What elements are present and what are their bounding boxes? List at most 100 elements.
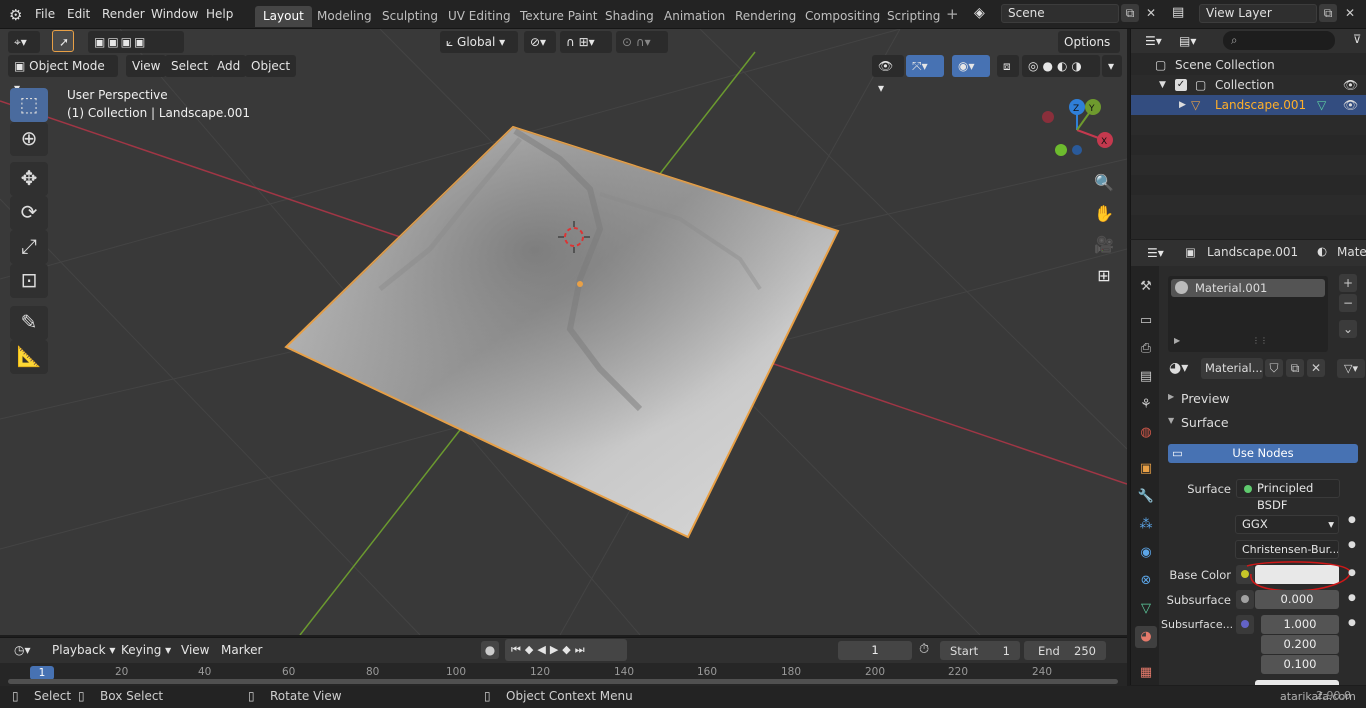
expand-icon[interactable]: ▶ [1179, 95, 1186, 115]
search-icon[interactable]: ⌕ [1223, 31, 1335, 50]
menu-window[interactable]: Window [151, 7, 198, 21]
remove-slot-icon[interactable]: − [1339, 294, 1357, 312]
tab-texture-paint[interactable]: Texture Paint [512, 6, 605, 27]
output-tab-icon[interactable]: ⎙ [1135, 338, 1157, 360]
eye-icon[interactable]: 👁 [1343, 95, 1358, 115]
outliner-row-collection[interactable]: ▼ ✓ ▢ Collection 👁 [1131, 75, 1366, 95]
add-workspace-button[interactable]: + [946, 5, 959, 23]
move-tool-icon[interactable]: ✥ [10, 162, 48, 196]
timeline-menu-view[interactable]: View [175, 639, 215, 661]
menu-edit[interactable]: Edit [67, 7, 90, 21]
modifier-tab-icon[interactable]: 🔧 [1135, 486, 1157, 508]
expand-icon[interactable]: ▶ [1174, 336, 1180, 345]
keying-menu[interactable]: Keying ▾ [115, 639, 177, 661]
expand-icon[interactable]: ▼ [1159, 75, 1166, 95]
resize-handle-icon[interactable]: ⋮⋮ [1252, 336, 1268, 345]
camera-icon[interactable]: 🎥 [1092, 233, 1116, 257]
constraints-tab-icon[interactable]: ⊗ [1135, 570, 1157, 592]
scale-tool-icon[interactable]: ⤢ [10, 230, 48, 264]
measure-tool-icon[interactable]: 📐 [10, 340, 48, 374]
gizmo-toggle-icon[interactable]: ⤧▾ [906, 55, 944, 77]
tab-shading[interactable]: Shading [597, 6, 662, 27]
editor-type-icon[interactable]: ☰▾ [1141, 242, 1171, 264]
current-frame-marker[interactable]: 1 [30, 666, 54, 680]
scene-field[interactable]: Scene [1001, 4, 1119, 23]
rotate-tool-icon[interactable]: ⟳ [10, 196, 48, 230]
blender-logo-icon[interactable]: ⚙ [9, 6, 22, 24]
ortho-grid-icon[interactable]: ⊞ [1092, 264, 1116, 288]
stopwatch-icon[interactable]: ⏱ [919, 642, 929, 657]
object-tab-icon[interactable]: ▣ [1135, 458, 1157, 480]
render-tab-icon[interactable]: ▭ [1135, 310, 1157, 332]
fake-user-icon[interactable]: ⛉ [1265, 359, 1283, 377]
eye-icon[interactable]: 👁 [1343, 75, 1358, 95]
editor-type-icon[interactable]: ⌖▾ [8, 31, 40, 53]
view-layer-tab-icon[interactable]: ▤ [1135, 366, 1157, 388]
view-layer-icon[interactable]: ▤ [1172, 5, 1184, 20]
surface-shader-field[interactable]: Principled BSDF [1236, 479, 1340, 512]
editor-type-icon[interactable]: ◷▾ [8, 639, 40, 661]
world-tab-icon[interactable]: ◍ [1135, 422, 1157, 444]
overlay-toggle-icon[interactable]: ◉▾ [952, 55, 990, 77]
unlink-icon[interactable]: ✕ [1307, 359, 1325, 377]
tab-scripting[interactable]: Scripting [879, 6, 948, 27]
link-type-icon[interactable]: ▽▾ [1337, 359, 1365, 378]
timeline-scrollbar[interactable] [8, 679, 1118, 684]
menu-select[interactable]: Select [165, 55, 215, 77]
tab-layout[interactable]: Layout [255, 6, 312, 27]
current-frame-field[interactable]: 1 [838, 641, 912, 660]
subsurface-method-dropdown[interactable]: Christensen-Bur... [1235, 540, 1339, 559]
display-mode-icon[interactable]: ▤▾ [1173, 30, 1205, 52]
record-icon[interactable]: ● [481, 641, 499, 659]
particles-tab-icon[interactable]: ⁂ [1135, 514, 1157, 536]
add-slot-icon[interactable]: + [1339, 274, 1357, 292]
timeline-ruler[interactable]: 1 20 40 60 80 100 120 140 160 180 200 22… [0, 663, 1127, 687]
tab-animation[interactable]: Animation [656, 6, 733, 27]
material-browse-icon[interactable]: ◕▾ [1169, 360, 1188, 376]
pan-hand-icon[interactable]: ✋ [1092, 202, 1116, 226]
subsurface-socket-button[interactable] [1236, 590, 1254, 609]
outliner-row-scene-collection[interactable]: ▢ Scene Collection [1131, 55, 1366, 75]
transform-orientation-dropdown[interactable]: ⟀ Global ▾ [440, 31, 518, 53]
material-tab-icon[interactable]: ◕ [1135, 626, 1157, 648]
physics-tab-icon[interactable]: ◉ [1135, 542, 1157, 564]
annotate-tool-icon[interactable]: ✎ [10, 306, 48, 340]
material-slot-row[interactable]: Material.001 [1171, 279, 1325, 297]
preview-panel-header[interactable]: ▶ Preview [1161, 388, 1366, 410]
surface-panel-header[interactable]: ▼ Surface [1161, 412, 1366, 434]
3d-viewport[interactable]: Z Y X ⌖▾ ➚ ▣▣▣▣ ⟀ Global ▾ ⊘▾ ∩ ⊞▾ ⊙ ∩▾ … [0, 29, 1127, 635]
distribution-dropdown[interactable]: GGX ▾ [1235, 515, 1339, 534]
tab-uv-editing[interactable]: UV Editing [440, 6, 519, 27]
slot-menu-icon[interactable]: ⌄ [1339, 320, 1357, 338]
subsurface-field[interactable]: 0.000 [1255, 590, 1339, 609]
options-dropdown[interactable]: Options ▾ [1058, 31, 1120, 71]
close-icon[interactable]: ✕ [1142, 4, 1160, 22]
pivot-icon[interactable]: ⊘▾ [524, 31, 556, 53]
object-mode-dropdown[interactable]: ▣ Object Mode ▾ [8, 55, 118, 95]
menu-file[interactable]: File [35, 7, 55, 21]
new-scene-icon[interactable]: ⧉ [1121, 4, 1139, 22]
proportional-edit-icon[interactable]: ⊙ ∩▾ [616, 31, 668, 53]
duplicate-icon[interactable]: ⧉ [1286, 359, 1304, 377]
cursor-tool-icon[interactable]: ⊕ [10, 122, 48, 156]
data-tab-icon[interactable]: ▽ [1135, 598, 1157, 620]
snap-icon[interactable]: ∩ ⊞▾ [560, 31, 612, 53]
tab-rendering[interactable]: Rendering [727, 6, 804, 27]
view-layer-field[interactable]: View Layer [1199, 4, 1317, 23]
filter-icon[interactable]: ⊽ [1353, 32, 1361, 46]
transform-tool-icon[interactable]: ⊡ [10, 264, 48, 298]
tab-sculpting[interactable]: Sculpting [374, 6, 446, 27]
close-icon[interactable]: ✕ [1341, 4, 1359, 22]
outliner-row-landscape[interactable]: ▶ ▽ Landscape.001 ▽ 👁 [1131, 95, 1366, 115]
playback-menu[interactable]: Playback ▾ [46, 639, 121, 661]
menu-view[interactable]: View [126, 55, 167, 77]
subsurface-radius-z-field[interactable]: 0.100 [1261, 655, 1339, 674]
menu-help[interactable]: Help [206, 7, 233, 21]
tab-modeling[interactable]: Modeling [309, 6, 380, 27]
shading-options-icon[interactable]: ▾ [1102, 55, 1122, 77]
texture-tab-icon[interactable]: ▦ [1135, 662, 1157, 684]
select-box-tool-icon[interactable]: ⬚ [10, 88, 48, 122]
timeline-menu-marker[interactable]: Marker [215, 639, 268, 661]
checkbox-icon[interactable]: ✓ [1175, 79, 1187, 91]
menu-object[interactable]: Object [245, 55, 297, 77]
